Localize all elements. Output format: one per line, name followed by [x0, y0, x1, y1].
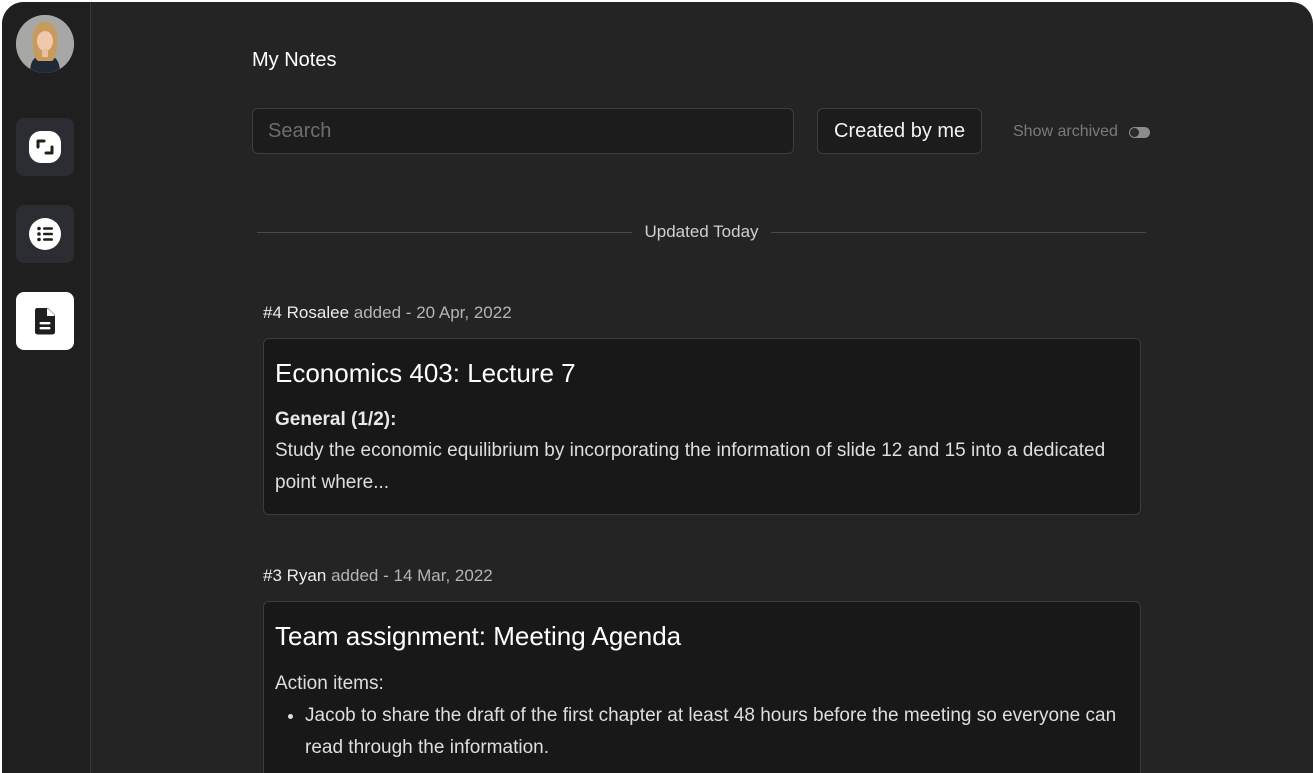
note-date: 14 Mar, 2022 [393, 566, 493, 585]
search-input[interactable] [252, 108, 794, 154]
list-icon [29, 218, 61, 250]
note-card[interactable]: Economics 403: Lecture 7 General (1/2): … [263, 338, 1141, 515]
note-excerpt: Study the economic equilibrium by incorp… [275, 440, 1106, 493]
created-by-me-button[interactable]: Created by me [817, 108, 983, 154]
toggle-switch[interactable] [1128, 126, 1150, 138]
list-item: Jacob to share the draft of the first ch… [305, 700, 1129, 764]
sidebar-item-expand[interactable] [16, 118, 74, 176]
note-number: #3 [263, 566, 282, 585]
note-separator: - [383, 566, 389, 585]
note-separator: - [405, 303, 412, 322]
show-archived-toggle[interactable]: Show archived [1013, 123, 1150, 141]
sidebar-item-list[interactable] [16, 205, 74, 263]
note-action: added [353, 303, 402, 322]
sidebar [2, 2, 91, 773]
divider-line-right [770, 231, 1146, 233]
note-action: added [331, 566, 379, 585]
section-label: Updated Today [644, 222, 759, 241]
toggle-knob [1129, 127, 1139, 137]
note-author[interactable]: Rosalee [287, 303, 349, 322]
expand-icon [29, 131, 61, 163]
note-subheading: Action items: [275, 673, 384, 694]
page-title: My Notes [252, 49, 337, 71]
action-items-list: Jacob to share the draft of the first ch… [275, 700, 1129, 764]
app-window: My Notes Created by me Show archived Upd… [2, 2, 1313, 773]
sidebar-item-notes[interactable] [16, 292, 74, 350]
note-subheading: General (1/2): [275, 409, 397, 430]
note-title: Team assignment: Meeting Agenda [275, 621, 682, 651]
divider-line-left [257, 231, 633, 233]
note-meta: #4 Rosalee added - 20 Apr, 2022 [263, 303, 512, 323]
note-author[interactable]: Ryan [287, 566, 327, 585]
note-date: 20 Apr, 2022 [416, 303, 512, 322]
section-divider: Updated Today [257, 221, 1146, 243]
note-card[interactable]: Team assignment: Meeting Agenda Action i… [263, 601, 1141, 773]
show-archived-label: Show archived [1013, 123, 1118, 140]
avatar[interactable] [16, 15, 74, 73]
note-title: Economics 403: Lecture 7 [275, 358, 576, 388]
note-meta: #3 Ryan added - 14 Mar, 2022 [263, 566, 493, 586]
note-number: #4 [263, 303, 282, 322]
avatar-photo [16, 15, 74, 73]
document-icon [34, 308, 55, 335]
